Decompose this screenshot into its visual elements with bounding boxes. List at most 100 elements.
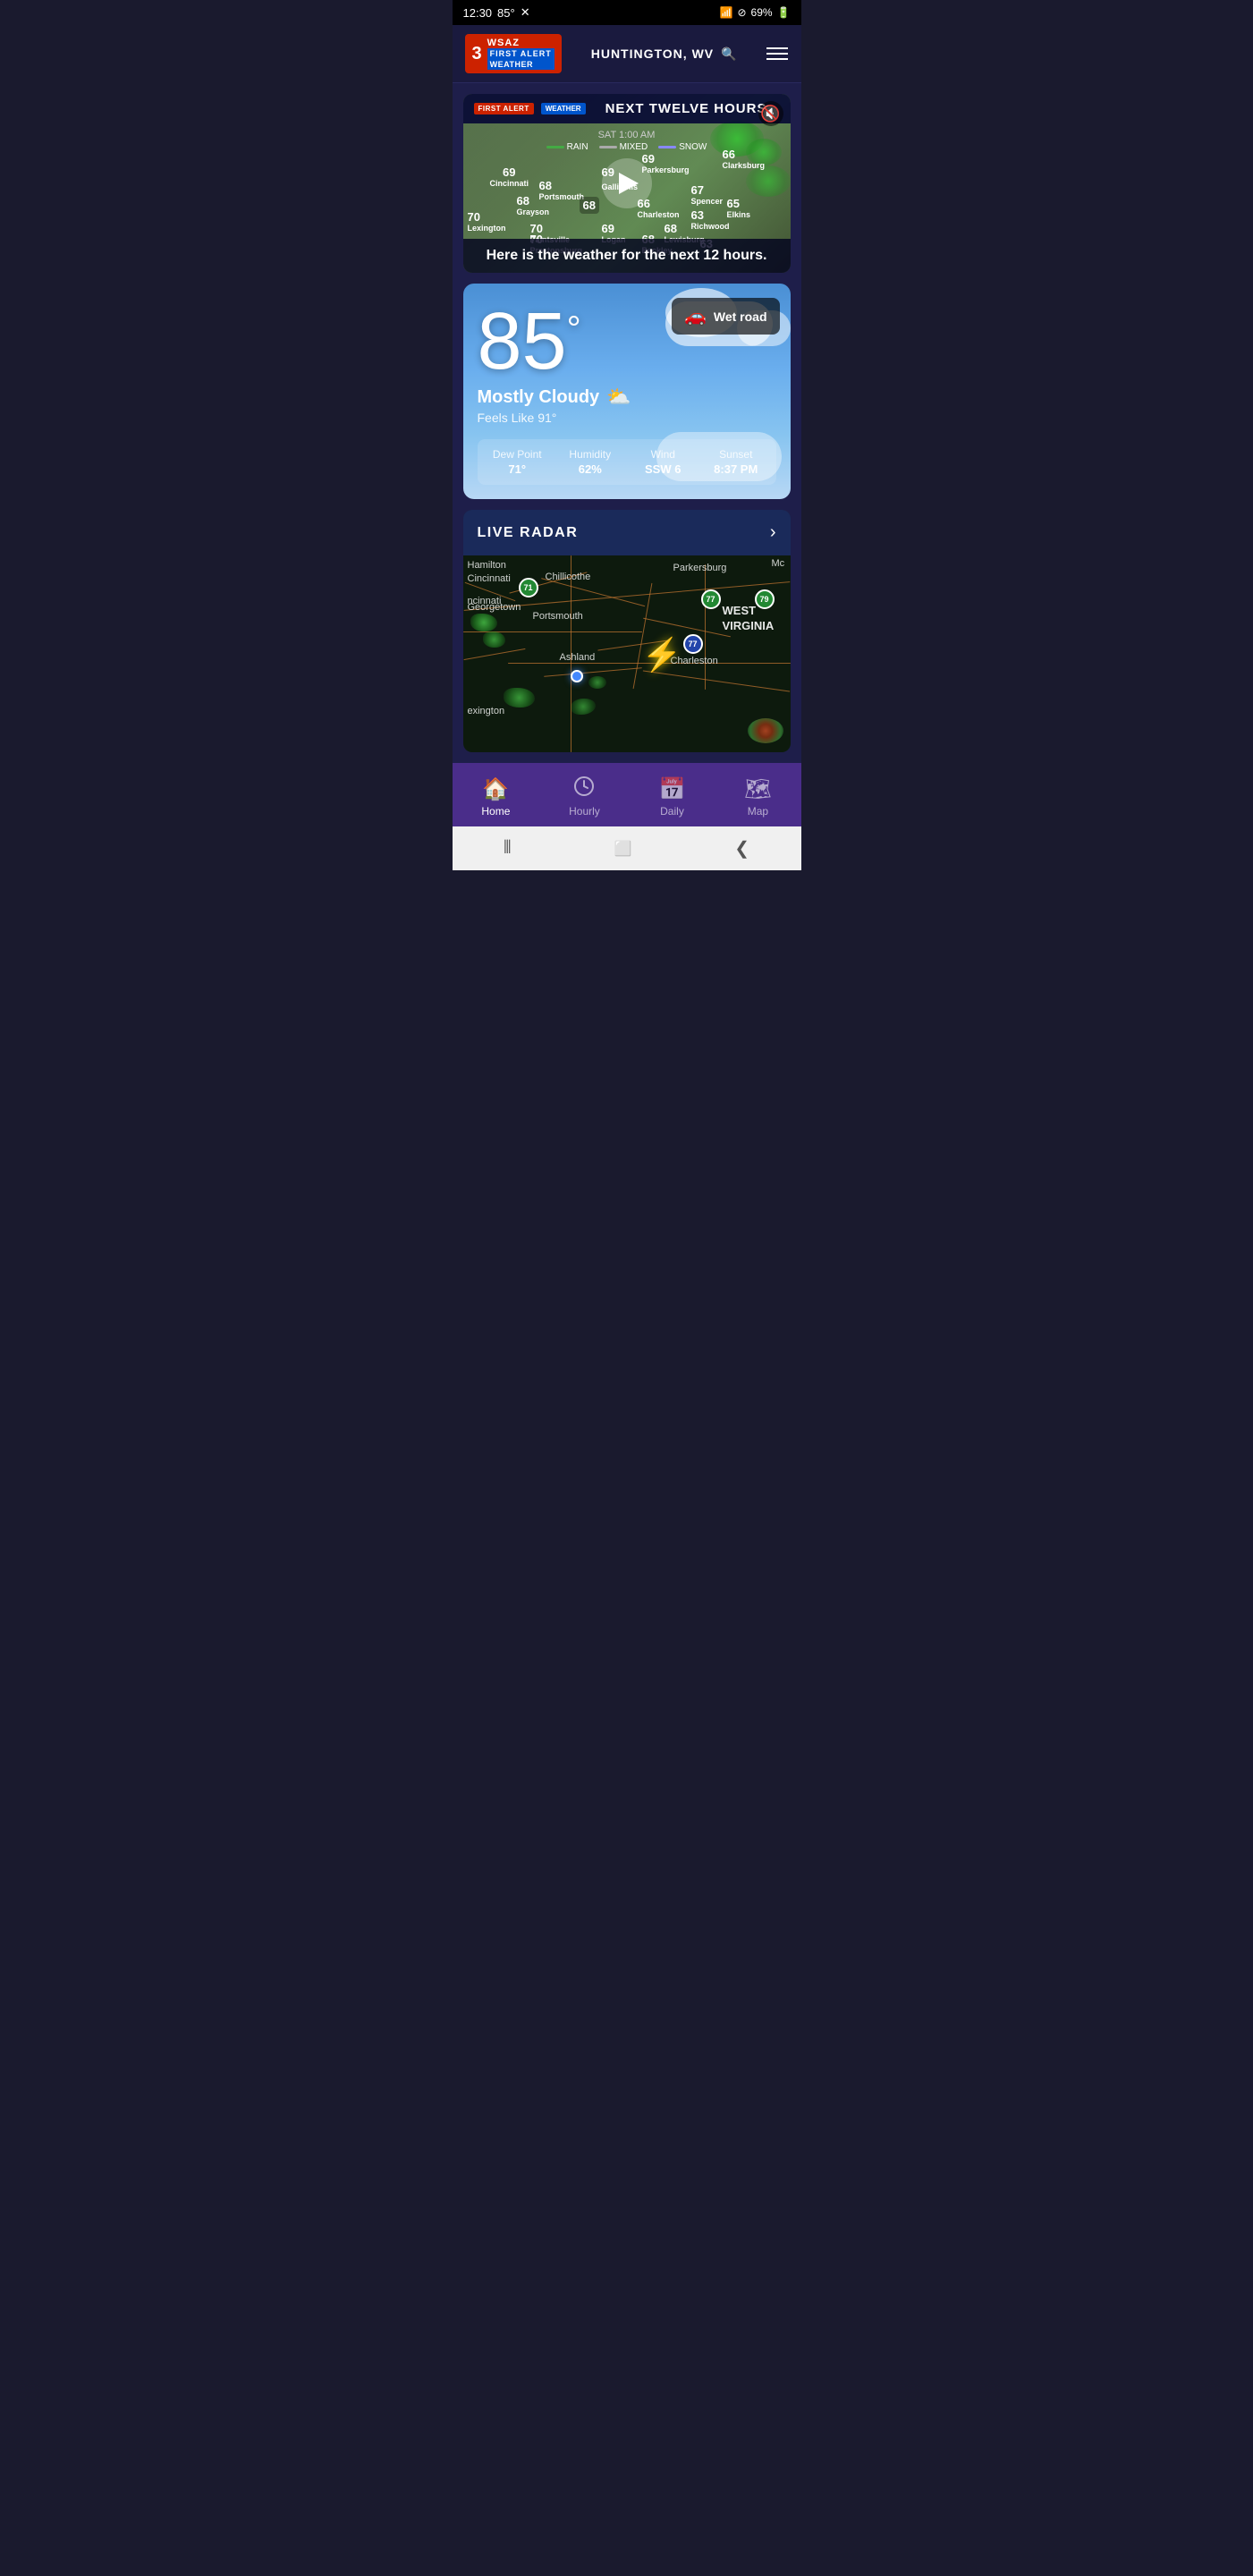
radar-header[interactable]: LIVE RADAR › (463, 510, 791, 555)
radar-card: LIVE RADAR › (463, 510, 791, 752)
label-hamilton: Hamilton (468, 560, 506, 571)
condition-row: Mostly Cloudy ⛅ (478, 386, 776, 409)
battery-display: 69% (751, 6, 773, 19)
logo-number: 3 (472, 45, 482, 63)
home-button[interactable]: ⬜ (614, 840, 632, 858)
stat-humidity: Humidity 62% (555, 448, 625, 476)
app-logo: 3 WSAZ FIRST ALERT WEATHER (465, 34, 562, 73)
video-caption: Here is the weather for the next 12 hour… (463, 239, 791, 273)
legend-rain-label: RAIN (567, 142, 588, 152)
condition-text: Mostly Cloudy (478, 387, 600, 408)
wifi-icon: 📶 (720, 6, 733, 19)
temp-spencer: 67Spencer (691, 183, 724, 206)
road-d3 (642, 618, 730, 638)
legend-rain: RAIN (546, 142, 588, 152)
status-left: 12:30 85° ✕ (463, 5, 530, 20)
legend-mixed-label: MIXED (620, 142, 648, 152)
nav-home[interactable]: 🏠 Home (470, 773, 521, 821)
mute-icon: 🔇 (760, 105, 780, 123)
radar-map[interactable]: Hamilton Cincinnati ncinnati . Chillicot… (463, 555, 791, 752)
map-label: Map (748, 805, 768, 818)
battery-icon: 🔋 (777, 6, 791, 19)
system-nav: ⦀ ⬜ ❮ (453, 826, 801, 870)
bottom-nav: 🏠 Home Hourly 📅 Daily 🗺 Map (453, 763, 801, 826)
wet-road-icon: 🚗 (684, 305, 707, 327)
play-button[interactable] (602, 158, 652, 208)
feels-like: Feels Like 91° (478, 411, 776, 425)
label-ashland: Ashland (560, 652, 596, 663)
temperature-value: 85 (478, 297, 567, 386)
nav-daily[interactable]: 📅 Daily (648, 773, 697, 821)
status-right: 📶 ⊘ 69% 🔋 (720, 6, 791, 19)
temp-grayson: 68Grayson (517, 194, 550, 216)
mute-button[interactable]: 🔇 (758, 101, 783, 126)
label-cincinnati: Cincinnati (468, 573, 511, 584)
menu-button[interactable] (766, 47, 788, 60)
radar-blob-d (571, 699, 596, 715)
location-dot (571, 670, 583, 682)
temp-status: 85° (497, 6, 515, 20)
sunset-value: 8:37 PM (701, 462, 771, 476)
humidity-label: Humidity (555, 448, 625, 461)
interstate-71: 71 (519, 578, 538, 597)
video-title: NEXT TWELVE HOURS (593, 101, 780, 116)
temp-lexington: 70Lexington (468, 210, 506, 233)
logo-alert: FIRST ALERT (487, 48, 555, 59)
sunset-label: Sunset (701, 448, 771, 461)
app-header: 3 WSAZ FIRST ALERT WEATHER HUNTINGTON, W… (453, 25, 801, 83)
daily-label: Daily (660, 805, 684, 818)
wet-road-badge: 🚗 Wet road (672, 298, 780, 335)
humidity-value: 62% (555, 462, 625, 476)
legend-dot-rain (546, 146, 564, 148)
road-v3 (705, 564, 706, 690)
first-alert-badge: FIRST ALERT (474, 103, 534, 114)
nav-hourly[interactable]: Hourly (558, 772, 611, 821)
logo-weather: WEATHER (487, 59, 555, 70)
home-icon: 🏠 (482, 776, 509, 802)
radar-arrow: › (770, 522, 776, 543)
legend-dot-mixed (599, 146, 617, 148)
radar-blob-c (504, 688, 535, 708)
notification-icon: ✕ (521, 5, 530, 20)
logo-text: WSAZ FIRST ALERT WEATHER (487, 38, 555, 70)
label-mc: Mc (772, 558, 785, 569)
road-d6 (463, 648, 525, 660)
recent-apps-button[interactable]: ⦀ (504, 838, 512, 859)
video-card: FIRST ALERT WEATHER NEXT TWELVE HOURS SA… (463, 94, 791, 273)
hamburger-line3 (766, 58, 788, 60)
weather-badge: WEATHER (541, 103, 586, 114)
label-georgetown: Georgetown (468, 602, 521, 613)
road-d8 (642, 670, 790, 691)
main-content: FIRST ALERT WEATHER NEXT TWELVE HOURS SA… (453, 83, 801, 763)
location-text: HUNTINGTON, WV (591, 47, 714, 61)
legend-mixed: MIXED (599, 142, 648, 152)
label-portsmouth: Portsmouth (533, 611, 583, 622)
time-display: 12:30 (463, 6, 493, 20)
hourly-label: Hourly (569, 805, 600, 818)
radar-blob-b (483, 631, 505, 648)
radar-blob-a (470, 614, 497, 631)
wind-value: SSW 6 (629, 462, 698, 476)
radar-title: LIVE RADAR (478, 525, 579, 541)
radar-blob-e (748, 718, 783, 743)
location-display: HUNTINGTON, WV 🔍 (591, 47, 738, 62)
search-icon[interactable]: 🔍 (721, 47, 737, 62)
interstate-79: 79 (755, 589, 775, 609)
wet-road-label: Wet road (714, 309, 767, 324)
label-parkersburg: Parkersburg (673, 563, 727, 573)
weather-card: 🚗 Wet road 85° Mostly Cloudy ⛅ Feels Lik… (463, 284, 791, 499)
dew-point-label: Dew Point (483, 448, 553, 461)
label-lexington: exington (468, 706, 505, 716)
temp-elkins: 65Elkins (727, 197, 751, 219)
temp-clarksburg: 66Clarksburg (723, 148, 766, 170)
hamburger-line2 (766, 53, 788, 55)
condition-icon: ⛅ (606, 386, 631, 409)
legend-snow-label: SNOW (679, 142, 707, 152)
radar-blob-f (588, 676, 606, 689)
back-button[interactable]: ❮ (734, 837, 749, 860)
stat-dew-point: Dew Point 71° (483, 448, 553, 476)
hourly-icon (573, 775, 595, 802)
home-label: Home (481, 805, 510, 818)
nav-map[interactable]: 🗺 Map (733, 773, 782, 821)
interstate-77-top: 77 (701, 589, 721, 609)
